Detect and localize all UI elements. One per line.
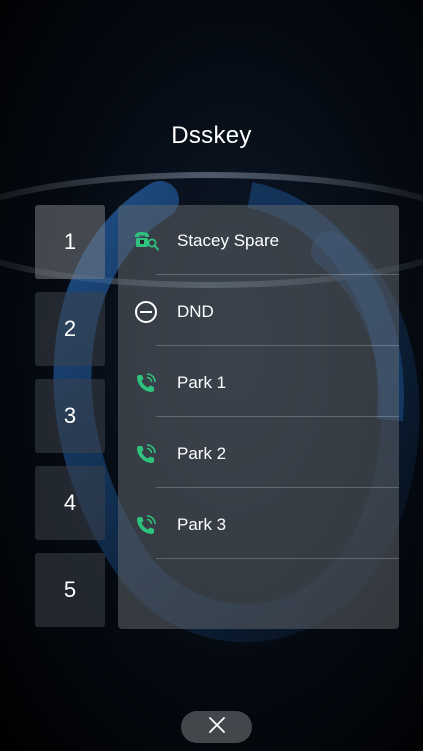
call-park-icon — [132, 369, 160, 397]
dsskey-label: Park 1 — [177, 372, 227, 392]
dsskey-item-park-1[interactable]: Park 1 — [118, 347, 399, 418]
close-button[interactable] — [181, 711, 252, 743]
tab-page-5[interactable]: 5 — [35, 553, 105, 627]
call-park-icon — [132, 440, 160, 468]
tab-page-3[interactable]: 3 — [35, 379, 105, 453]
dsskey-page-tabs: 1 2 3 4 5 — [35, 205, 105, 640]
dsskey-item-dnd[interactable]: DND — [118, 276, 399, 347]
dsskey-list: Stacey Spare DND Park 1 Park 2 Park 3 — [118, 205, 399, 629]
tab-page-4[interactable]: 4 — [35, 466, 105, 540]
close-icon — [208, 716, 226, 739]
dsskey-label: Park 2 — [177, 443, 227, 463]
dsskey-label: Park 3 — [177, 514, 227, 534]
dsskey-label: DND — [177, 301, 214, 321]
blf-phone-icon — [132, 227, 160, 255]
call-park-icon — [132, 511, 160, 539]
dsskey-item-park-2[interactable]: Park 2 — [118, 418, 399, 489]
dsskey-item-stacey-spare[interactable]: Stacey Spare — [118, 205, 399, 276]
dsskey-item-park-3[interactable]: Park 3 — [118, 489, 399, 560]
dnd-icon — [132, 298, 160, 326]
page-title: Dsskey — [171, 122, 252, 149]
dsskey-screen: Dsskey 1 2 3 4 5 Stacey Spare DND Park 1… — [0, 0, 423, 751]
dsskey-label: Stacey Spare — [177, 230, 280, 250]
tab-page-1[interactable]: 1 — [35, 205, 105, 279]
tab-page-2[interactable]: 2 — [35, 292, 105, 366]
